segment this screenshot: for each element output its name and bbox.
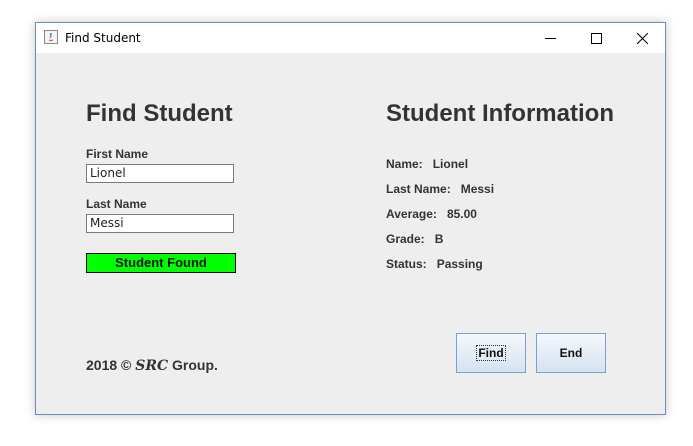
find-button-label: Find <box>476 345 506 361</box>
info-average-label: Average: <box>386 207 437 221</box>
info-status-label: Status: <box>386 257 427 271</box>
footer-brand: SRC <box>135 358 169 374</box>
first-name-input[interactable]: Lionel <box>86 164 234 183</box>
find-button[interactable]: Find <box>456 333 526 373</box>
title-bar[interactable]: Find Student <box>36 23 665 53</box>
info-name-label: Name: <box>386 157 423 171</box>
footer-year: 2018 © <box>86 357 132 373</box>
info-grade-value: B <box>434 232 444 246</box>
end-button-label: End <box>559 346 583 360</box>
first-name-label: First Name <box>86 147 149 161</box>
window-title: Find Student <box>65 31 141 45</box>
student-information-heading: Student Information <box>386 100 614 127</box>
info-grade-row: Grade: B <box>386 232 443 246</box>
student-found-badge: Student Found <box>86 253 236 273</box>
info-status-row: Status: Passing <box>386 257 483 271</box>
info-average-value: 85.00 <box>446 207 477 221</box>
last-name-label: Last Name <box>86 197 147 211</box>
end-button[interactable]: End <box>536 333 606 373</box>
info-last-name-label: Last Name: <box>386 182 451 196</box>
find-student-window: Find Student Find Student Student Inform… <box>35 22 666 415</box>
last-name-input[interactable]: Messi <box>86 214 234 233</box>
minimize-button[interactable] <box>527 23 573 53</box>
close-icon <box>636 32 648 44</box>
footer-copyright: 2018 © SRC Group. <box>86 357 218 374</box>
info-average-row: Average: 85.00 <box>386 207 477 221</box>
info-last-name-value: Messi <box>460 182 495 196</box>
java-app-icon[interactable] <box>44 30 58 44</box>
info-grade-label: Grade: <box>386 232 425 246</box>
info-status-value: Passing <box>436 257 483 271</box>
info-name-row: Name: Lionel <box>386 157 468 171</box>
minimize-icon <box>544 37 556 39</box>
find-student-heading: Find Student <box>86 100 233 127</box>
close-button[interactable] <box>619 23 665 53</box>
info-name-value: Lionel <box>432 157 469 171</box>
footer-suffix: Group. <box>172 357 218 373</box>
maximize-icon <box>590 32 602 44</box>
info-last-name-row: Last Name: Messi <box>386 182 494 196</box>
maximize-button[interactable] <box>573 23 619 53</box>
